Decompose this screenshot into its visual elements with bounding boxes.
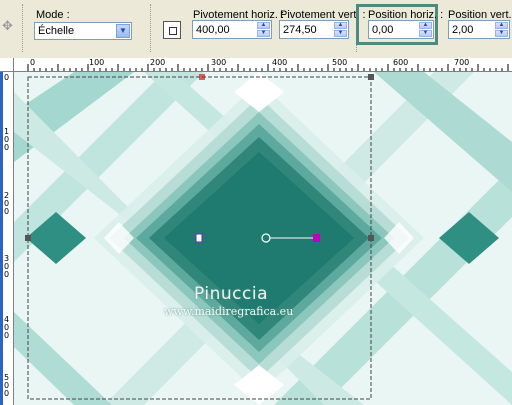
ruler-label: 200 bbox=[150, 58, 166, 67]
position-vert-value: 2,00 bbox=[452, 24, 474, 36]
position-horiz-input[interactable]: 0,00 ▲ ▼ bbox=[368, 20, 434, 39]
mode-label: Mode : bbox=[36, 9, 70, 21]
toolbar-grip bbox=[22, 4, 25, 52]
ruler-left[interactable]: 0 1 0 0 2 0 0 3 0 0 4 0 0 5 0 0 bbox=[0, 72, 14, 405]
pivot-horiz-input[interactable]: 400,00 ▲ ▼ bbox=[192, 20, 272, 39]
ruler-label: 3 0 0 bbox=[4, 254, 10, 279]
ruler-label: 300 bbox=[211, 58, 227, 67]
artwork bbox=[14, 72, 512, 405]
deform-tool-icon[interactable]: ✥ bbox=[2, 18, 18, 34]
ruler-label: 0 bbox=[30, 58, 36, 67]
ruler-top[interactable]: 0 100 200 300 400 500 600 700 bbox=[14, 58, 512, 72]
ruler-scroll-indicator bbox=[0, 72, 3, 405]
ruler-label: 100 bbox=[89, 58, 105, 67]
ruler-label: 400 bbox=[272, 58, 288, 67]
pivot-vert-input[interactable]: 274,50 ▲ ▼ bbox=[279, 20, 349, 39]
mode-value: Échelle bbox=[38, 25, 75, 37]
deform-toolbar: ✥ Mode : Échelle ▼ Pivotement horiz. : 4… bbox=[0, 0, 512, 59]
spinner-icon[interactable]: ▲ ▼ bbox=[419, 22, 432, 37]
position-horiz-value: 0,00 bbox=[372, 24, 394, 36]
spinner-icon[interactable]: ▲ ▼ bbox=[495, 22, 508, 37]
watermark-name: Pinuccia bbox=[194, 284, 268, 304]
chevron-down-icon[interactable]: ▼ bbox=[116, 24, 130, 38]
ruler-corner bbox=[0, 58, 14, 72]
pivot-icon[interactable] bbox=[163, 21, 181, 39]
position-vert-input[interactable]: 2,00 ▲ ▼ bbox=[448, 20, 510, 39]
ruler-label: 500 bbox=[332, 58, 348, 67]
pivot-vert-value: 274,50 bbox=[283, 24, 317, 36]
ruler-label: 4 0 0 bbox=[4, 315, 10, 340]
mode-select[interactable]: Échelle ▼ bbox=[34, 22, 132, 40]
spinner-icon[interactable]: ▲ ▼ bbox=[257, 22, 270, 37]
pivot-horiz-value: 400,00 bbox=[196, 24, 230, 36]
ruler-label: 1 0 0 bbox=[4, 127, 10, 152]
watermark-url: www.maidiregrafica.eu bbox=[164, 305, 294, 318]
ruler-label: 0 bbox=[4, 73, 10, 82]
ruler-label: 5 0 0 bbox=[4, 373, 10, 398]
ruler-label: 2 0 0 bbox=[4, 191, 10, 216]
ruler-label: 600 bbox=[393, 58, 409, 67]
toolbar-grip bbox=[150, 4, 153, 52]
ruler-label: 700 bbox=[454, 58, 470, 67]
spinner-icon[interactable]: ▲ ▼ bbox=[334, 22, 347, 37]
image-canvas[interactable]: Pinuccia www.maidiregrafica.eu bbox=[14, 72, 512, 405]
